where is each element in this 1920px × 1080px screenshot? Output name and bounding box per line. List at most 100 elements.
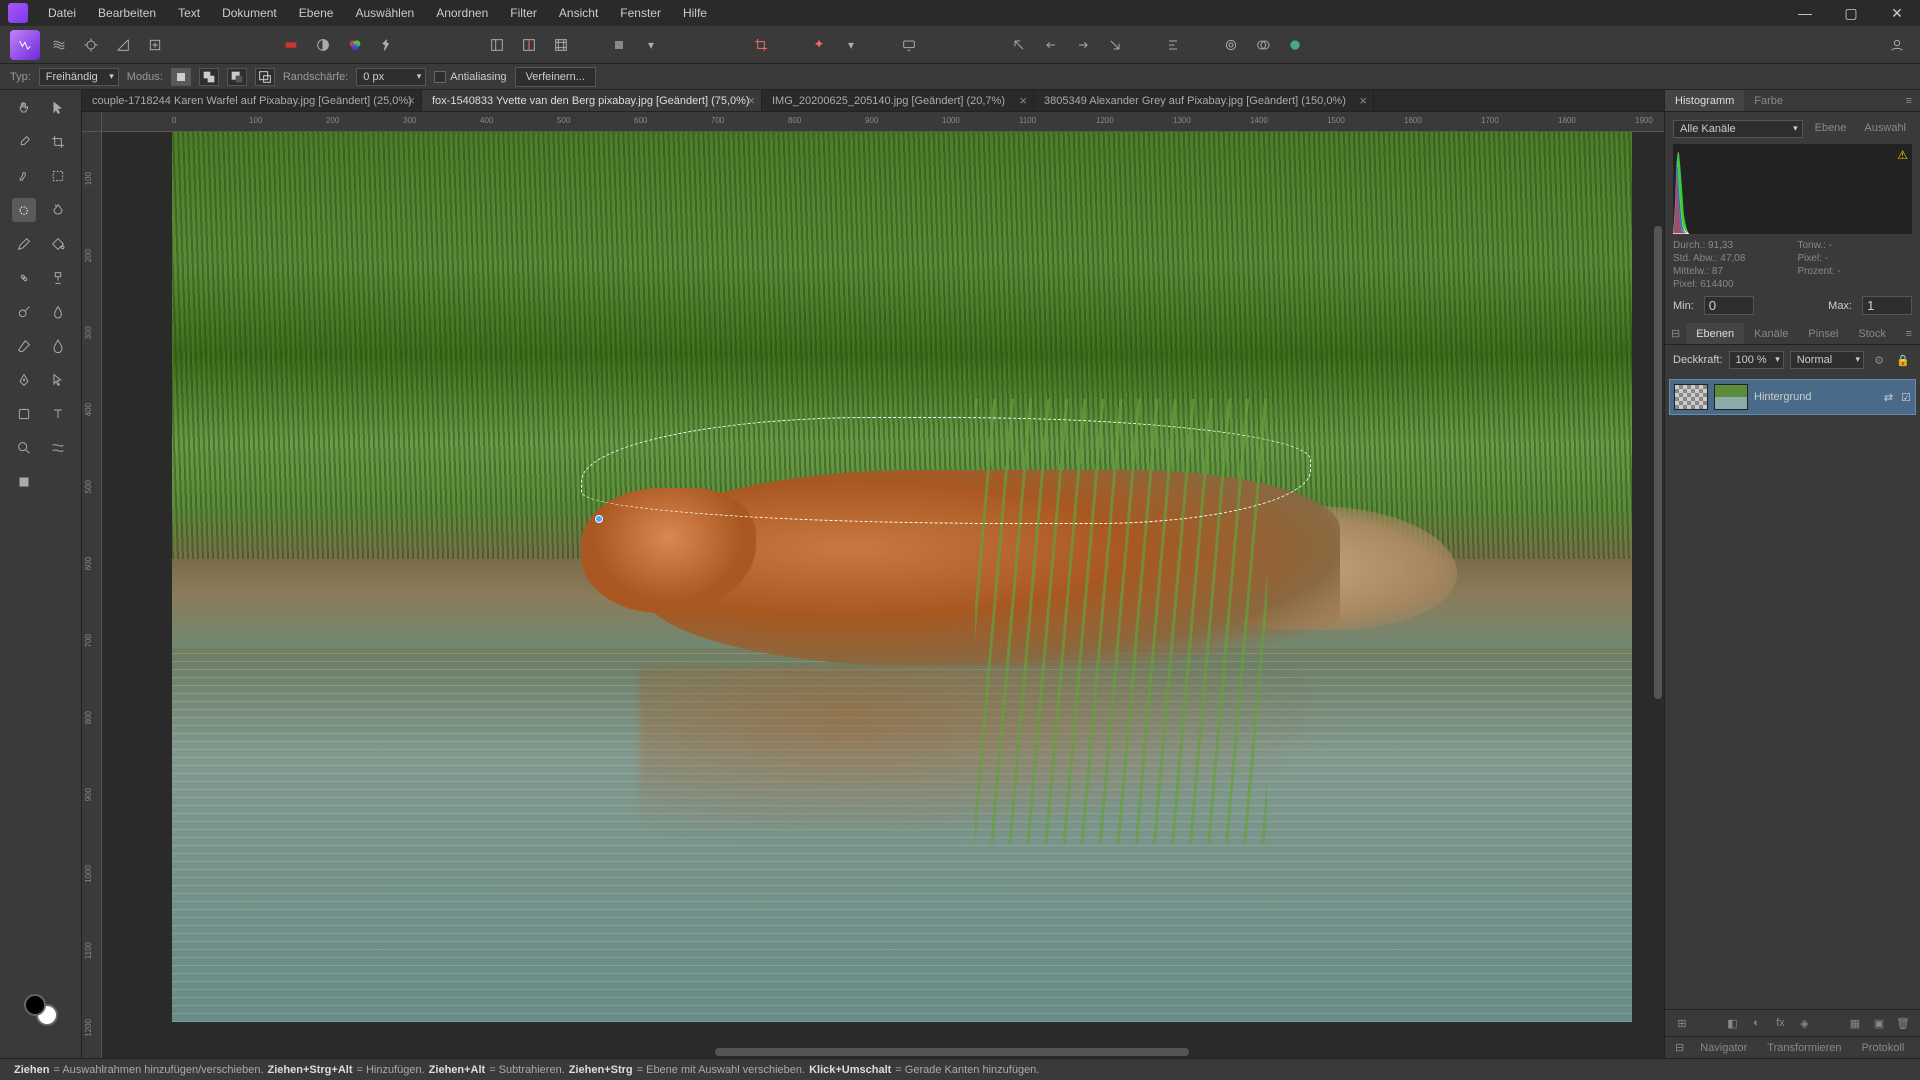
node-tool[interactable] [46,368,70,392]
doc-tab-0[interactable]: couple-1718244 Karen Warfel auf Pixabay.… [82,90,422,111]
mask-icon[interactable]: ◧ [1724,1014,1742,1032]
hist-mode-layer[interactable]: Ebene [1809,120,1853,138]
warning-icon[interactable]: ⚠ [1897,148,1908,162]
visibility-icon[interactable]: ☑ [1901,391,1911,404]
quickmask-tool[interactable] [12,470,36,494]
menu-edit[interactable]: Bearbeiten [88,2,166,24]
arrow-br-icon[interactable] [1102,32,1128,58]
menu-file[interactable]: Datei [38,2,86,24]
freehand-select-tool[interactable] [12,198,36,222]
swatch-red-icon[interactable] [278,32,304,58]
menu-document[interactable]: Dokument [212,2,287,24]
square-icon[interactable] [606,32,632,58]
lock-icon[interactable]: 🔒 [1894,351,1912,369]
arrow-r-icon[interactable] [1070,32,1096,58]
mesh-tool[interactable] [46,436,70,460]
blend-dropdown[interactable]: Normal [1790,351,1864,369]
tab-history[interactable]: Protokoll [1851,1037,1914,1058]
close-icon[interactable]: × [407,93,415,108]
minimize-button[interactable]: — [1782,0,1828,26]
color-wells[interactable] [0,992,82,1032]
blur-tool[interactable] [46,334,70,358]
arrow-tl-icon[interactable] [1006,32,1032,58]
circle2-icon[interactable] [1250,32,1276,58]
eraser-tool[interactable] [12,334,36,358]
layer-mask-thumb[interactable] [1674,384,1708,410]
tab-color[interactable]: Farbe [1744,90,1793,111]
grid-right-icon[interactable] [548,32,574,58]
refine-button[interactable]: Verfeinern... [515,67,596,87]
smudge-tool[interactable] [46,300,70,324]
assist-icon[interactable] [806,32,832,58]
channels-dropdown[interactable]: Alle Kanäle [1673,120,1803,138]
fill-tool[interactable] [46,232,70,256]
layer-item[interactable]: Hintergrund ⇄ ☑ [1669,379,1916,415]
gear-icon[interactable]: ⚙ [1870,351,1888,369]
clone-tool[interactable] [46,266,70,290]
tab-layers[interactable]: Ebenen [1686,323,1744,344]
max-input[interactable] [1862,296,1912,315]
hand-tool[interactable] [12,96,36,120]
expand-icon[interactable]: ⊞ [1673,1014,1691,1032]
menu-arrange[interactable]: Anordnen [426,2,498,24]
dropdown2-icon[interactable]: ▾ [838,32,864,58]
add-layer-icon[interactable]: ▦ [1846,1014,1864,1032]
menu-filter[interactable]: Filter [500,2,547,24]
color-picker-tool[interactable] [12,130,36,154]
adjust-icon[interactable]: ◐ [1748,1014,1766,1032]
autocolor-icon[interactable] [342,32,368,58]
arrow-l-icon[interactable] [1038,32,1064,58]
persona-export-icon[interactable] [142,32,168,58]
antialias-checkbox[interactable] [434,71,446,83]
circle3-icon[interactable] [1282,32,1308,58]
selection-path[interactable] [581,417,1311,524]
layer-thumb[interactable] [1714,384,1748,410]
link-icon[interactable]: ⇄ [1884,391,1893,404]
menu-help[interactable]: Hilfe [673,2,717,24]
menu-window[interactable]: Fenster [610,2,671,24]
doc-tab-1[interactable]: fox-1540833 Yvette van den Berg pixabay.… [422,90,762,111]
type-dropdown[interactable]: Freihändig [39,68,119,86]
close-icon[interactable]: × [1019,93,1027,108]
collapse-icon[interactable]: ⊟ [1669,1037,1690,1058]
maximize-button[interactable]: ▢ [1828,0,1874,26]
pen-tool[interactable] [12,368,36,392]
vertical-scrollbar[interactable] [1654,226,1662,699]
crop-icon[interactable] [748,32,774,58]
group-icon[interactable]: ▣ [1870,1014,1888,1032]
feather-input[interactable]: 0 px [356,68,426,86]
doc-tab-2[interactable]: IMG_20200625_205140.jpg [Geändert] (20,7… [762,90,1034,111]
selection-brush-tool[interactable] [12,164,36,188]
autocontrast-icon[interactable] [374,32,400,58]
antialias-check[interactable]: Antialiasing [434,71,506,83]
foreground-color-well[interactable] [24,994,46,1016]
menu-layer[interactable]: Ebene [289,2,344,24]
opacity-dropdown[interactable]: 100 % [1729,351,1784,369]
collapse-icon[interactable]: ⊟ [1665,323,1686,344]
mode-intersect-button[interactable] [255,68,275,86]
tab-navigator[interactable]: Navigator [1690,1037,1757,1058]
align-icon[interactable] [1160,32,1186,58]
mode-subtract-button[interactable] [227,68,247,86]
ruler-vertical[interactable]: 100200300400500600700800900100011001200 [82,132,102,1058]
tab-transform[interactable]: Transformieren [1757,1037,1851,1058]
close-icon[interactable]: × [747,93,755,108]
menu-text[interactable]: Text [168,2,210,24]
heal-tool[interactable] [12,266,36,290]
crop-tool[interactable] [46,130,70,154]
brush-tool[interactable] [12,232,36,256]
horizontal-scrollbar[interactable] [715,1048,1190,1056]
zoom-tool[interactable] [12,436,36,460]
circle1-icon[interactable] [1218,32,1244,58]
monitor-icon[interactable] [896,32,922,58]
tab-stock[interactable]: Stock [1848,323,1896,344]
ruler-horizontal[interactable]: 0100200300400500600700800900100011001200… [102,112,1664,132]
panel-menu-icon[interactable]: ≡ [1898,328,1920,340]
menu-select[interactable]: Auswählen [345,2,424,24]
grid-left-icon[interactable] [484,32,510,58]
menu-view[interactable]: Ansicht [549,2,608,24]
doc-tab-3[interactable]: 3805349 Alexander Grey auf Pixabay.jpg [… [1034,90,1374,111]
delete-icon[interactable]: 🗑 [1894,1014,1912,1032]
persona-photo-icon[interactable] [10,30,40,60]
min-input[interactable] [1704,296,1754,315]
